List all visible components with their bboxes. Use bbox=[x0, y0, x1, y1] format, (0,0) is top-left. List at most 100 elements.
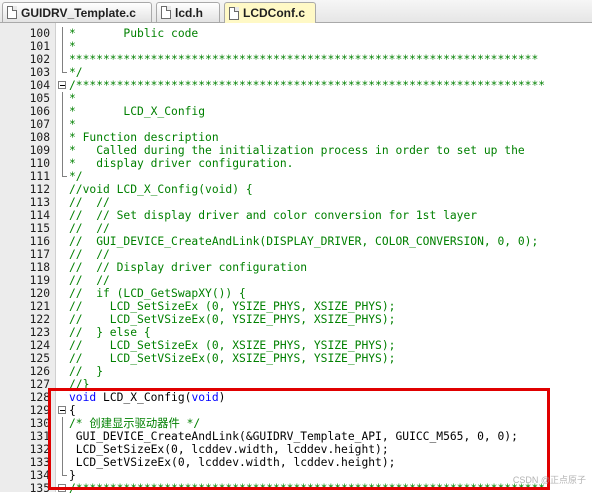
line-number: 106 bbox=[29, 105, 50, 118]
line-number: 110 bbox=[29, 157, 50, 170]
code-line[interactable]: 130 /* 创建显示驱动器件 */ bbox=[0, 417, 592, 430]
code-token: // LCD_SetSizeEx (0, YSIZE_PHYS, XSIZE_P… bbox=[69, 300, 396, 313]
code-line[interactable]: 124 // LCD_SetSizeEx (0, XSIZE_PHYS, YSIZ… bbox=[0, 339, 592, 352]
code-line[interactable]: 107 * bbox=[0, 118, 592, 131]
code-text: } bbox=[69, 469, 76, 482]
code-token: GUI_DEVICE_CreateAndLink(&GUIDRV_Templat… bbox=[69, 430, 518, 443]
code-line[interactable]: 100 * Public code bbox=[0, 27, 592, 40]
line-number: 108 bbox=[29, 131, 50, 144]
fold-marker bbox=[58, 274, 68, 287]
code-line[interactable]: 135 /************************************… bbox=[0, 482, 592, 495]
code-text: * bbox=[69, 40, 76, 53]
code-line[interactable]: 111 */ bbox=[0, 170, 592, 183]
code-line[interactable]: 101 * bbox=[0, 40, 592, 53]
fold-toggle-icon[interactable] bbox=[58, 404, 68, 417]
code-line[interactable]: 104 /************************************… bbox=[0, 79, 592, 92]
line-number: 109 bbox=[29, 144, 50, 157]
code-token: // // bbox=[69, 274, 110, 287]
line-number: 111 bbox=[29, 170, 50, 183]
code-line[interactable]: 119 // // bbox=[0, 274, 592, 287]
code-token: * Function description bbox=[69, 131, 219, 144]
editor-window: GUIDRV_Template.c lcd.h LCDConf.c 100 * P… bbox=[0, 0, 592, 495]
code-line[interactable]: 112 //void LCD_X_Config(void) { bbox=[0, 183, 592, 196]
code-token: * display driver configuration. bbox=[69, 157, 294, 170]
fold-marker bbox=[58, 443, 68, 456]
code-line[interactable]: 118 // // Display driver configuration bbox=[0, 261, 592, 274]
fold-marker bbox=[58, 53, 68, 66]
code-text: // LCD_SetSizeEx (0, YSIZE_PHYS, XSIZE_P… bbox=[69, 300, 395, 313]
line-number: 124 bbox=[29, 339, 50, 352]
code-line[interactable]: 115 // // bbox=[0, 222, 592, 235]
fold-toggle-icon[interactable] bbox=[58, 79, 68, 92]
fold-marker bbox=[58, 326, 68, 339]
code-line[interactable]: 122 // LCD_SetVSizeEx(0, YSIZE_PHYS, XSIZ… bbox=[0, 313, 592, 326]
code-text: /***************************************… bbox=[69, 482, 545, 495]
code-line[interactable]: 117 // // bbox=[0, 248, 592, 261]
code-line[interactable]: 133 LCD_SetVSizeEx(0, lcddev.width, lcdd… bbox=[0, 456, 592, 469]
code-line[interactable]: 106 * LCD_X_Config bbox=[0, 105, 592, 118]
code-text: // LCD_SetSizeEx (0, XSIZE_PHYS, YSIZE_P… bbox=[69, 339, 395, 352]
tab-lcd-h[interactable]: lcd.h bbox=[156, 2, 220, 22]
code-editor[interactable]: 100 * Public code 101 * 102 *****************… bbox=[0, 23, 592, 495]
fold-marker bbox=[58, 92, 68, 105]
code-line[interactable]: 108 * Function description bbox=[0, 131, 592, 144]
fold-marker bbox=[58, 105, 68, 118]
code-line[interactable]: 125 // LCD_SetVSizeEx(0, XSIZE_PHYS, YSIZ… bbox=[0, 352, 592, 365]
tab-guidrv-template-c[interactable]: GUIDRV_Template.c bbox=[2, 2, 152, 22]
code-line[interactable]: 114 // // Set display driver and color co… bbox=[0, 209, 592, 222]
tab-label: lcd.h bbox=[175, 5, 204, 20]
code-text: * LCD_X_Config bbox=[69, 105, 205, 118]
code-text: GUI_DEVICE_CreateAndLink(&GUIDRV_Templat… bbox=[69, 430, 518, 443]
code-token: // } else { bbox=[69, 326, 151, 339]
code-token: /***************************************… bbox=[69, 482, 546, 495]
code-line[interactable]: 113 // // bbox=[0, 196, 592, 209]
code-line[interactable]: 127 //} bbox=[0, 378, 592, 391]
tab-lcdconf-c[interactable]: LCDConf.c bbox=[224, 2, 316, 23]
line-number: 112 bbox=[29, 183, 50, 196]
code-token: */ bbox=[69, 66, 83, 79]
code-line[interactable]: 116 // GUI_DEVICE_CreateAndLink(DISPLAY_D… bbox=[0, 235, 592, 248]
code-line[interactable]: 110 * display driver configuration. bbox=[0, 157, 592, 170]
code-text: */ bbox=[69, 170, 83, 183]
file-icon bbox=[161, 6, 171, 19]
code-line[interactable]: 129 { bbox=[0, 404, 592, 417]
fold-toggle-icon[interactable] bbox=[58, 482, 68, 495]
file-icon bbox=[229, 6, 239, 20]
tab-bar: GUIDRV_Template.c lcd.h LCDConf.c bbox=[0, 0, 592, 23]
code-line[interactable]: 105 * bbox=[0, 92, 592, 105]
code-line[interactable]: 109 * Called during the initialization pr… bbox=[0, 144, 592, 157]
code-line[interactable]: 120 // if (LCD_GetSwapXY()) { bbox=[0, 287, 592, 300]
code-text: void LCD_X_Config(void) bbox=[69, 391, 225, 404]
code-line[interactable]: 103 */ bbox=[0, 66, 592, 79]
code-token: { bbox=[69, 404, 76, 417]
code-line[interactable]: 121 // LCD_SetSizeEx (0, YSIZE_PHYS, XSIZ… bbox=[0, 300, 592, 313]
code-line[interactable]: 123 // } else { bbox=[0, 326, 592, 339]
code-text: // if (LCD_GetSwapXY()) { bbox=[69, 287, 246, 300]
fold-marker bbox=[58, 183, 68, 196]
code-line[interactable]: 128 void LCD_X_Config(void) bbox=[0, 391, 592, 404]
code-text: * Function description bbox=[69, 131, 219, 144]
code-text: // LCD_SetVSizeEx(0, XSIZE_PHYS, YSIZE_P… bbox=[69, 352, 395, 365]
code-line[interactable]: 132 LCD_SetSizeEx(0, lcddev.width, lcdde… bbox=[0, 443, 592, 456]
fold-marker bbox=[58, 144, 68, 157]
line-number: 123 bbox=[29, 326, 50, 339]
code-text: // } else { bbox=[69, 326, 151, 339]
line-number: 103 bbox=[29, 66, 50, 79]
fold-marker bbox=[58, 300, 68, 313]
line-number: 130 bbox=[29, 417, 50, 430]
code-token: LCD_SetVSizeEx(0, lcddev.width, lcddev.h… bbox=[69, 456, 396, 469]
code-token: // LCD_SetVSizeEx(0, XSIZE_PHYS, YSIZE_P… bbox=[69, 352, 396, 365]
code-text: * Public code bbox=[69, 27, 198, 40]
fold-marker bbox=[58, 131, 68, 144]
code-line[interactable]: 102 *************************************… bbox=[0, 53, 592, 66]
code-text: // } bbox=[69, 365, 103, 378]
code-text: // // bbox=[69, 274, 110, 287]
code-line[interactable]: 131 GUI_DEVICE_CreateAndLink(&GUIDRV_Tem… bbox=[0, 430, 592, 443]
code-line[interactable]: 126 // } bbox=[0, 365, 592, 378]
fold-marker bbox=[58, 365, 68, 378]
code-line[interactable]: 134} bbox=[0, 469, 592, 482]
code-text: /* 创建显示驱动器件 */ bbox=[69, 417, 200, 430]
file-icon bbox=[7, 6, 17, 19]
line-number: 126 bbox=[29, 365, 50, 378]
fold-marker bbox=[58, 66, 68, 79]
